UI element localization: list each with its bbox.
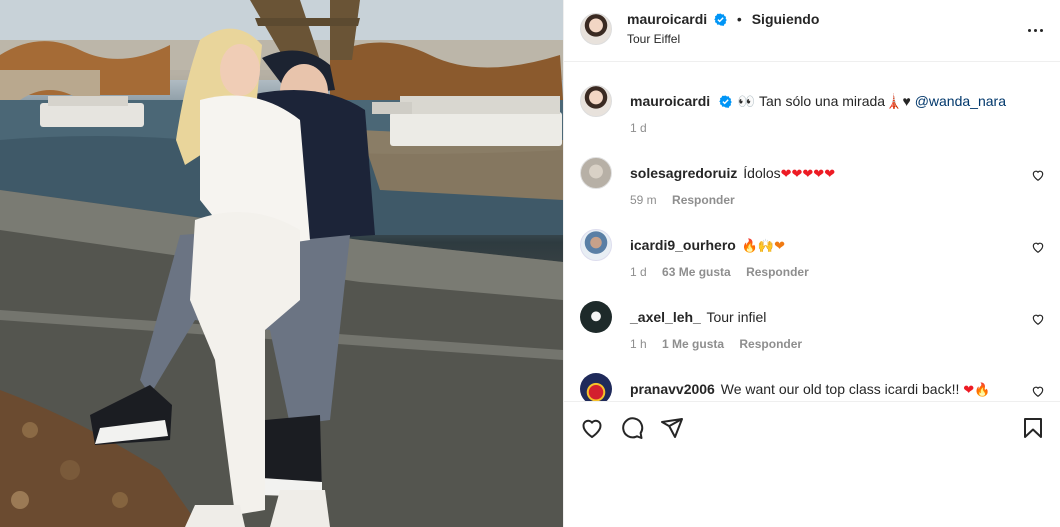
caption-text: mauroicardi 👀 Tan sólo una mirada🗼♥ @wan… (630, 93, 1006, 110)
caption-author-avatar[interactable] (580, 85, 612, 117)
comment-meta: 1 h 1 Me gusta Responder (630, 337, 814, 351)
comment-likes[interactable]: 1 Me gusta (662, 337, 724, 351)
comment-item: _axel_leh_ Tour infiel 1 h 1 Me gusta Re… (580, 301, 1045, 351)
caption-username[interactable]: mauroicardi (630, 93, 710, 109)
more-options-icon[interactable] (1023, 18, 1047, 42)
send-icon[interactable] (660, 416, 684, 440)
comment-time[interactable]: 1 h (630, 337, 647, 351)
follow-button[interactable]: Siguiendo (752, 11, 820, 27)
post-location[interactable]: Tour Eiffel (627, 32, 680, 46)
comment-meta: 1 d 63 Me gusta Responder (630, 265, 821, 279)
comment-meta: 59 m Responder (630, 193, 747, 207)
comment-username[interactable]: pranavv2006 (630, 381, 715, 397)
comment-emojis: ❤❤❤❤❤ (780, 166, 836, 181)
caption-mention[interactable]: @wanda_nara (915, 93, 1006, 109)
comments-list[interactable]: mauroicardi 👀 Tan sólo una mirada🗼♥ @wan… (564, 62, 1060, 401)
post-details-panel: mauroicardi • Siguiendo Tour Eiffel maur… (563, 0, 1060, 527)
verified-badge-icon (719, 95, 732, 108)
comment-emojis: ❤🔥 (963, 382, 991, 397)
action-bar (564, 401, 1060, 455)
comment-text: pranavv2006 We want our old top class ic… (630, 381, 990, 398)
post-caption: mauroicardi 👀 Tan sólo una mirada🗼♥ @wan… (580, 85, 1045, 140)
verified-badge-icon (714, 13, 727, 26)
comment-text: solesagredoruiz Ídolos❤❤❤❤❤ (630, 165, 835, 182)
reply-button[interactable]: Responder (672, 193, 735, 207)
reply-button[interactable]: Responder (746, 265, 809, 279)
instagram-post-view: mauroicardi • Siguiendo Tour Eiffel maur… (0, 0, 1060, 527)
comment-avatar[interactable] (580, 301, 612, 333)
comment-username[interactable]: icardi9_ourhero (630, 237, 736, 253)
author-avatar[interactable] (580, 13, 612, 45)
post-photo[interactable] (0, 0, 563, 527)
caption-body: 👀 Tan sólo una mirada🗼♥ (737, 93, 911, 109)
post-header: mauroicardi • Siguiendo Tour Eiffel (564, 0, 1060, 62)
heart-icon[interactable] (1031, 168, 1045, 182)
comment-avatar[interactable] (580, 373, 612, 401)
comment-avatar[interactable] (580, 157, 612, 189)
heart-icon[interactable] (1031, 240, 1045, 254)
comment-item: icardi9_ourhero 🔥🙌❤ 1 d 63 Me gusta Resp… (580, 229, 1045, 279)
heart-icon[interactable] (1031, 384, 1045, 398)
comment-emojis: 🔥🙌❤ (741, 238, 785, 253)
comment-username[interactable]: _axel_leh_ (630, 309, 701, 325)
comment-text: _axel_leh_ Tour infiel (630, 309, 766, 325)
comment-time[interactable]: 1 d (630, 265, 647, 279)
comment-item: pranavv2006 We want our old top class ic… (580, 373, 1045, 401)
comment-item: solesagredoruiz Ídolos❤❤❤❤❤ 59 m Respond… (580, 157, 1045, 207)
heart-icon[interactable] (1031, 312, 1045, 326)
caption-time[interactable]: 1 d (630, 121, 647, 135)
separator-dot: • (736, 11, 742, 27)
heart-icon[interactable] (580, 416, 604, 440)
comment-body: Ídolos (743, 165, 781, 181)
comment-likes[interactable]: 63 Me gusta (662, 265, 731, 279)
comment-body: We want our old top class icardi back!! (720, 381, 960, 397)
bookmark-icon[interactable] (1021, 416, 1045, 440)
comment-avatar[interactable] (580, 229, 612, 261)
author-username[interactable]: mauroicardi (627, 11, 707, 27)
post-photo-illustration (0, 0, 563, 527)
comment-body: Tour infiel (706, 309, 767, 325)
comment-username[interactable]: solesagredoruiz (630, 165, 737, 181)
reply-button[interactable]: Responder (739, 337, 802, 351)
author-line: mauroicardi • Siguiendo (627, 11, 819, 27)
comment-time[interactable]: 59 m (630, 193, 657, 207)
comment-text: icardi9_ourhero 🔥🙌❤ (630, 237, 785, 254)
comment-icon[interactable] (620, 416, 644, 440)
caption-meta: 1 d (630, 121, 659, 135)
